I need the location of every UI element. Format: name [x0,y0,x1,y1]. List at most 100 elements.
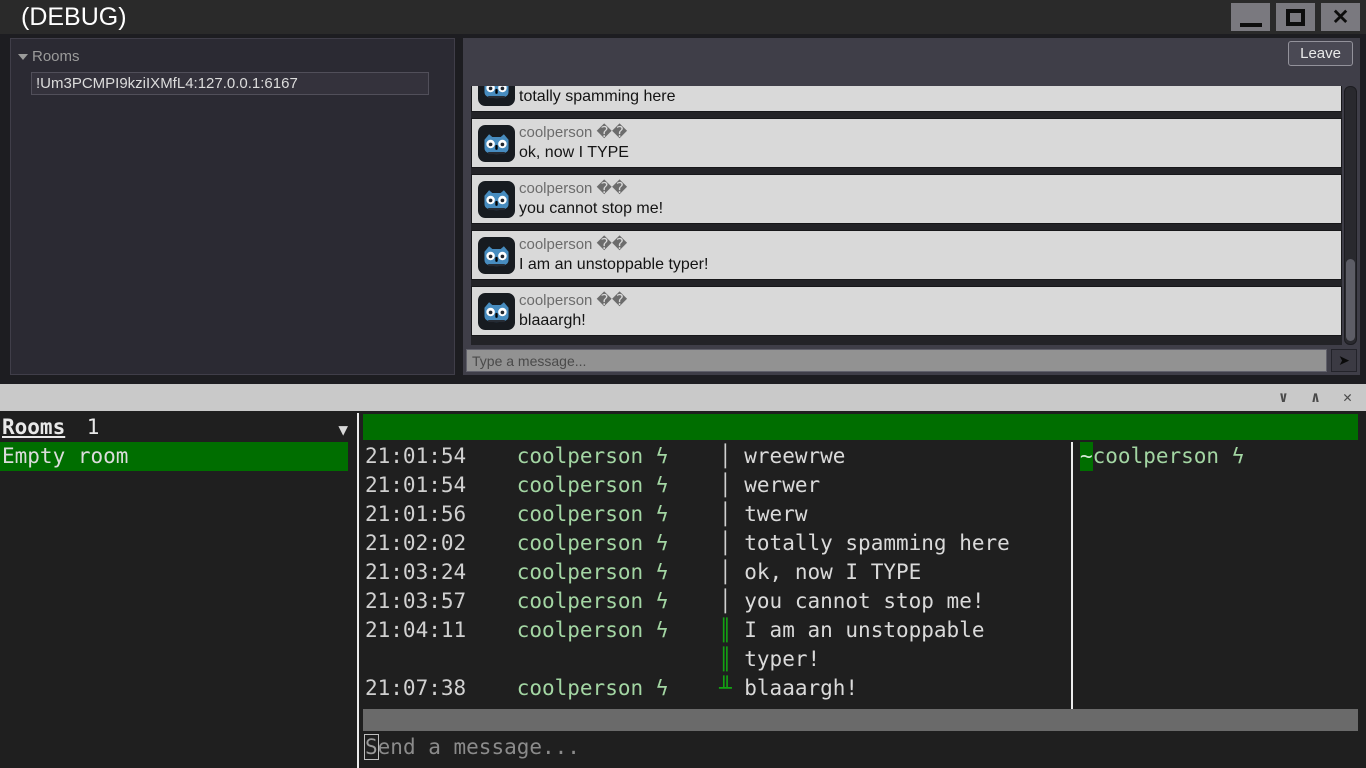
log-timestamp: 21:03:57 [365,589,467,613]
log-message-text: totally spamming here [744,531,1010,555]
debug-window: (DEBUG) ✕ Rooms !Um3PCMPI9kziIXMfL4:127.… [0,0,1366,384]
close-button[interactable]: ✕ [1321,3,1360,31]
log-timestamp: 21:02:02 [365,531,467,555]
tui-chat-client: Rooms 1 ▼ Empty room 21:01:54 coolperson ϟ… [0,411,1366,768]
member-item: ~coolperson ϟ [1080,442,1244,471]
minimize-icon [1239,23,1262,27]
message-text: I am an unstoppable typer! [519,256,709,273]
rooms-header-label: Rooms [2,415,66,439]
message-row: coolperson �� you cannot stop me! [471,174,1342,224]
chat-focus-bar [363,414,1358,440]
tree-collapse-icon[interactable] [18,53,28,60]
message-username: coolperson �� [519,236,628,253]
log-message-text: werwer [744,473,821,497]
log-timestamp: 21:07:38 [365,676,467,700]
maximize-button[interactable] [1276,3,1315,31]
log-username: coolperson ϟ [516,531,669,555]
message-text: blaaargh! [519,312,586,329]
message-username: coolperson �� [519,124,628,141]
message-username: coolperson �� [519,292,628,309]
godot-avatar-icon [478,181,515,218]
member-list: ~coolperson ϟ [1080,442,1244,471]
message-row: coolperson �� I am an unstoppable typer! [471,230,1342,280]
window-titlebar: (DEBUG) ✕ [0,0,1366,34]
message-row: coolperson �� totally spamming here [471,86,1342,112]
window-controls: ✕ [1231,3,1366,31]
log-timestamp: 21:01:56 [365,502,467,526]
log-separator: │ [718,560,732,584]
selected-room-item[interactable]: Empty room [0,442,348,471]
log-separator: │ [718,589,732,613]
message-row: coolperson �� blaaargh! [471,286,1342,336]
message-row: coolperson �� ok, now I TYPE [471,118,1342,168]
log-separator: │ [718,531,732,555]
input-placeholder-rest: end a message... [377,735,580,759]
panel-close-icon[interactable]: ✕ [1343,390,1352,405]
leave-button[interactable]: Leave [1288,41,1353,66]
log-message-text: wreewrwe [744,444,846,468]
log-username: coolperson ϟ [516,618,669,642]
log-separator: │ [718,473,732,497]
terminal-titlebar: ∨ ∧ ✕ [0,384,1366,411]
rooms-dropdown-icon[interactable]: ▼ [338,415,348,444]
log-message-text: blaaargh! [744,676,859,700]
panel-grow-icon[interactable]: ∧ [1311,390,1320,405]
log-line: 21:01:54 coolperson ϟ │ wreewrwe [365,442,1010,471]
maximize-icon [1286,8,1305,26]
log-separator: ║ [718,618,732,642]
close-icon: ✕ [1331,5,1350,29]
chat-log: 21:01:54 coolperson ϟ │ wreewrwe 21:01:54 co… [365,442,1010,703]
chat-panel: Leave coolperson �� totally [463,38,1360,375]
log-username: coolperson ϟ [516,444,669,468]
message-input[interactable] [466,349,1327,372]
input-cursor: S [364,734,379,760]
rooms-tree-label: Rooms [32,48,80,65]
godot-avatar-icon [478,125,515,162]
log-separator: ╨ [718,676,732,700]
message-scrollbar-bar[interactable] [363,709,1358,731]
send-icon: ➤ [1338,352,1350,368]
member-power-sigil: ~ [1080,442,1093,471]
godot-avatar-icon [478,293,515,330]
window-title: (DEBUG) [21,2,127,31]
log-timestamp: 21:04:11 [365,618,467,642]
room-id-item[interactable]: !Um3PCMPI9kziIXMfL4:127.0.0.1:6167 [31,72,429,95]
log-line: 21:02:02 coolperson ϟ │ totally spamming he… [365,529,1010,558]
minimize-button[interactable] [1231,3,1270,31]
log-line: 21:07:38 coolperson ϟ ╨ blaaargh! [365,674,1010,703]
log-message-text: I am an unstoppable [744,618,985,642]
log-username: coolperson ϟ [516,676,669,700]
log-username: coolperson ϟ [516,560,669,584]
log-username: coolperson ϟ [516,502,669,526]
log-message-text: twerw [744,502,808,526]
message-text: totally spamming here [519,88,676,105]
log-line: 21:01:56 coolperson ϟ │ twerw [365,500,1010,529]
message-username: coolperson �� [519,180,628,197]
panel-shrink-icon[interactable]: ∨ [1279,390,1288,405]
message-list: coolperson �� totally spamming here [471,86,1342,345]
rooms-tree-item[interactable]: Rooms [11,39,454,65]
log-line: ║ typer! [365,645,1010,674]
member-list-divider [1071,442,1073,709]
rooms-panel: Rooms !Um3PCMPI9kziIXMfL4:127.0.0.1:6167 [10,38,455,375]
chat-scrollbar-thumb[interactable] [1346,259,1355,341]
rooms-list-header[interactable]: Rooms 1 ▼ [2,413,356,442]
terminal-panel: ∨ ∧ ✕ Rooms 1 ▼ Empty room 21:01:54 coolpe… [0,384,1366,768]
log-username: coolperson ϟ [516,589,669,613]
log-timestamp: 21:01:54 [365,444,467,468]
log-message-text: ok, now I TYPE [744,560,922,584]
godot-avatar-icon [478,237,515,274]
log-line: 21:03:24 coolperson ϟ │ ok, now I TYPE [365,558,1010,587]
member-name: coolperson ϟ [1092,444,1245,468]
log-timestamp: 21:01:54 [365,473,467,497]
log-line: 21:01:54 coolperson ϟ │ werwer [365,471,1010,500]
log-timestamp: 21:03:24 [365,560,467,584]
log-message-text: you cannot stop me! [744,589,985,613]
message-text: you cannot stop me! [519,200,664,217]
terminal-message-input[interactable]: Send a message... [364,733,580,762]
message-text: ok, now I TYPE [519,144,629,161]
log-line: 21:04:11 coolperson ϟ ║ I am an unstoppable [365,616,1010,645]
log-separator: ║ [718,647,732,671]
chat-scrollbar[interactable] [1344,86,1357,345]
send-button[interactable]: ➤ [1331,349,1357,372]
